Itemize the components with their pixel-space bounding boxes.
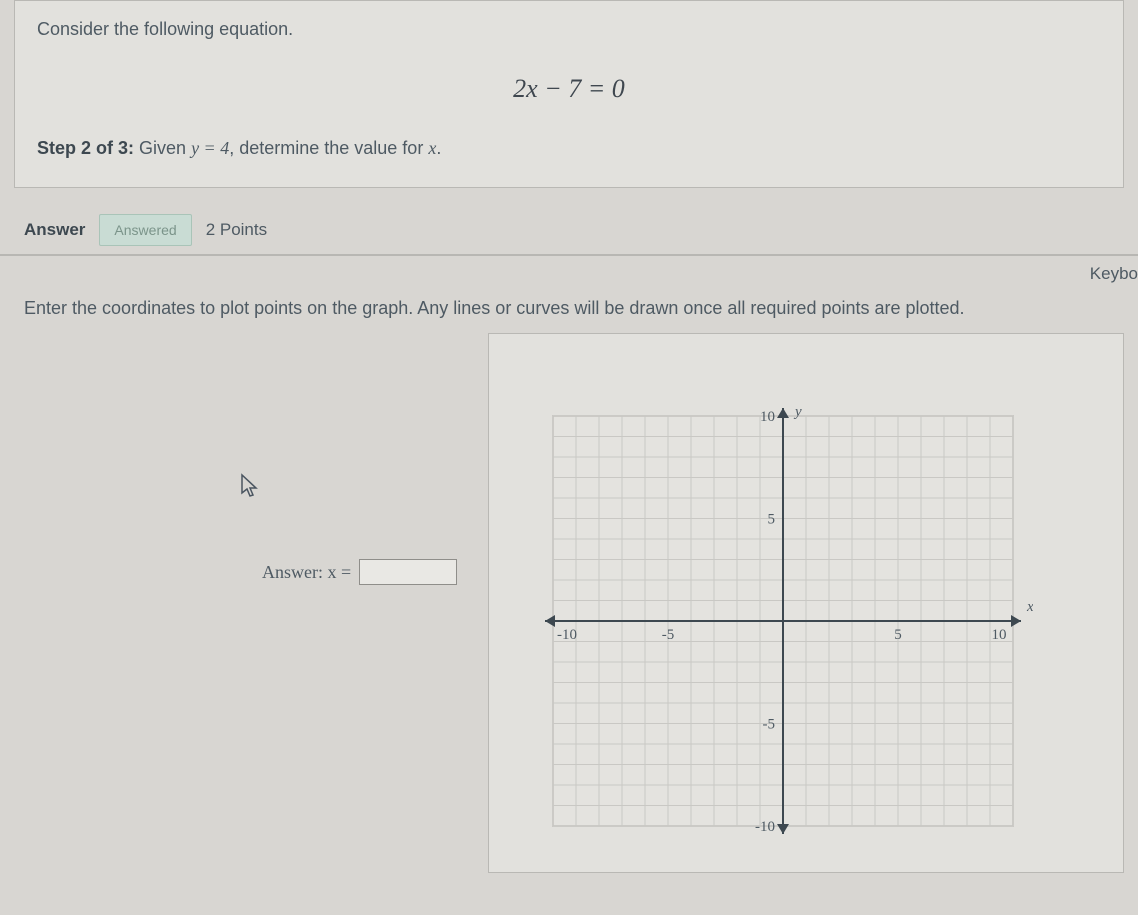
answer-input-row: Answer: x = bbox=[262, 559, 457, 585]
answered-button[interactable]: Answered bbox=[99, 214, 191, 246]
svg-text:-10: -10 bbox=[755, 819, 775, 835]
svg-text:10: 10 bbox=[992, 627, 1007, 643]
answer-label: Answer bbox=[24, 220, 85, 240]
keyboard-shortcuts-link[interactable]: Keybo bbox=[1090, 264, 1138, 284]
question-prompt: Consider the following equation. 2x − 7 … bbox=[14, 0, 1124, 188]
svg-text:-5: -5 bbox=[763, 717, 776, 733]
svg-text:x: x bbox=[1026, 599, 1033, 615]
answer-x-input[interactable] bbox=[359, 559, 457, 585]
answer-input-label: Answer: x = bbox=[262, 562, 351, 583]
svg-text:5: 5 bbox=[768, 512, 776, 528]
svg-text:y: y bbox=[793, 404, 802, 420]
equation-display: 2x − 7 = 0 bbox=[37, 74, 1101, 104]
plot-instruction: Enter the coordinates to plot points on … bbox=[0, 256, 1138, 333]
cursor-icon bbox=[240, 473, 260, 504]
prompt-title: Consider the following equation. bbox=[37, 19, 1101, 40]
work-area: Enable Zoom/Pan Answer: x = -10-5510-10-… bbox=[14, 333, 1124, 873]
answer-header: Answer Answered 2 Points bbox=[0, 188, 1138, 256]
svg-text:5: 5 bbox=[894, 627, 902, 643]
svg-text:-5: -5 bbox=[662, 627, 675, 643]
step-instruction: Step 2 of 3: Given y = 4, determine the … bbox=[37, 138, 1101, 159]
points-label: 2 Points bbox=[206, 220, 267, 240]
graph-panel: -10 -5 5 10 -10 -5 5 10 x y bbox=[488, 333, 1124, 873]
svg-text:10: 10 bbox=[760, 409, 775, 425]
svg-text:-10: -10 bbox=[557, 627, 577, 643]
coordinate-graph[interactable]: -10 -5 5 10 -10 -5 5 10 x y bbox=[533, 396, 1033, 846]
